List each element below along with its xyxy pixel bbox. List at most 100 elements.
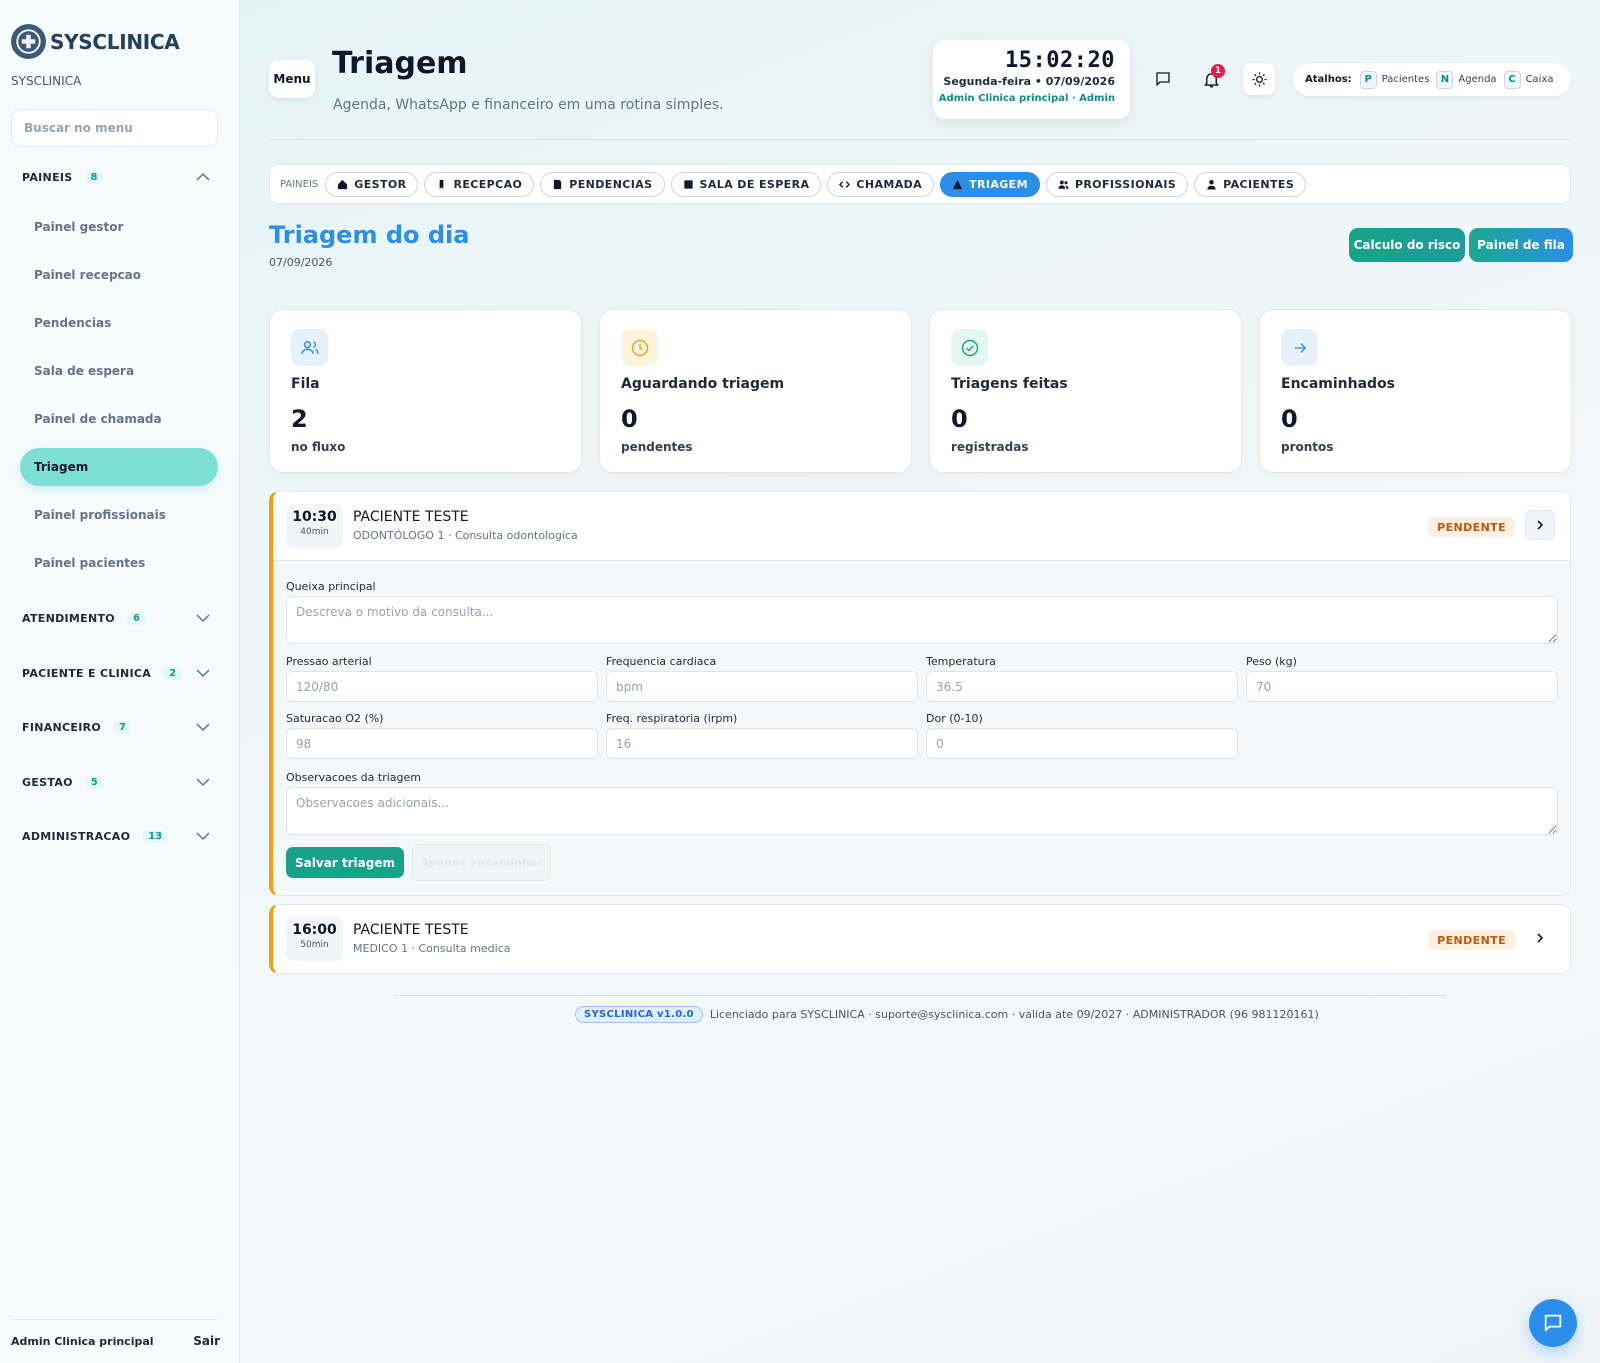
sidebar-item-painel-pacientes[interactable]: Painel pacientes bbox=[20, 544, 218, 582]
appointment-detail: ODONTÓLOGO 1 · Consulta odontologica bbox=[353, 529, 578, 542]
chevron-down-icon bbox=[196, 778, 210, 787]
group-label: ADMINISTRACAO bbox=[22, 829, 131, 843]
resp-rate-input[interactable] bbox=[606, 728, 918, 759]
weight-input[interactable] bbox=[1246, 671, 1558, 702]
appointment-header[interactable]: 16:00 50min PACIENTE TESTE MEDICO 1 · Co… bbox=[273, 905, 1570, 973]
temperature-input[interactable] bbox=[926, 671, 1238, 702]
clock-user: Admin Clinica principal · Admin bbox=[938, 93, 1115, 104]
square-icon bbox=[683, 179, 694, 190]
pain-input[interactable] bbox=[926, 728, 1238, 759]
brand-name: SYSCLINICA bbox=[50, 29, 180, 54]
stat-card-encaminhados: Encaminhados 0 prontos bbox=[1259, 309, 1572, 473]
pain-label: Dor (0-10) bbox=[926, 712, 983, 725]
appointment-header[interactable]: 10:30 40min PACIENTE TESTE ODONTÓLOGO 1 … bbox=[273, 492, 1570, 560]
sidebar-group-paciente-e-clinica[interactable]: PACIENTE E CLINICA 2 bbox=[22, 661, 217, 685]
footer-divider bbox=[394, 995, 1446, 996]
sidebar-group-atendimento[interactable]: ATENDIMENTO 6 bbox=[22, 606, 217, 630]
sidebar-item-sala-de-espera[interactable]: Sala de espera bbox=[20, 352, 218, 390]
sidebar-item-pendencias[interactable]: Pendencias bbox=[20, 304, 218, 342]
stat-caption: pendentes bbox=[621, 440, 693, 454]
risk-calc-button[interactable]: Calculo do risco bbox=[1349, 228, 1465, 262]
code-arrows-icon bbox=[839, 179, 851, 190]
weight-label: Peso (kg) bbox=[1246, 655, 1297, 668]
sidebar: SYSCLINICA SYSCLINICA PAINEIS 8 Painel g… bbox=[0, 0, 240, 1363]
stat-title: Triagens feitas bbox=[951, 376, 1068, 392]
expand-button[interactable] bbox=[1525, 510, 1555, 540]
appointment-duration: 40min bbox=[300, 527, 329, 537]
shortcut-agenda[interactable]: Agenda bbox=[1458, 74, 1496, 85]
tab-pendencias[interactable]: PENDENCIAS bbox=[540, 171, 665, 197]
tabs-label: PAINEIS bbox=[280, 178, 319, 190]
group-count-badge: 2 bbox=[163, 666, 183, 680]
stat-title: Aguardando triagem bbox=[621, 376, 785, 392]
panel-tabs: PAINEIS GESTOR RECEPCAO PENDENCIAS SALA … bbox=[269, 164, 1571, 204]
clock-card: 15:02:20 Segunda-feira • 07/09/2026 Admi… bbox=[933, 40, 1130, 119]
tab-label: SALA DE ESPERA bbox=[699, 177, 810, 191]
brand[interactable]: SYSCLINICA bbox=[11, 24, 180, 59]
appointment-time-box: 10:30 40min bbox=[286, 504, 343, 548]
current-user: Admin Clinica principal bbox=[11, 1334, 154, 1348]
stat-card-fila: Fila 2 no fluxo bbox=[269, 309, 582, 473]
tab-label: RECEPCAO bbox=[453, 177, 523, 191]
tab-profissionais[interactable]: PROFISSIONAIS bbox=[1045, 171, 1189, 197]
chevron-right-icon bbox=[1537, 933, 1544, 943]
shortcut-pacientes[interactable]: Pacientes bbox=[1382, 74, 1430, 85]
shortcut-key: C bbox=[1503, 70, 1521, 89]
patient-name: PACIENTE TESTE bbox=[353, 922, 469, 938]
sidebar-item-painel-recepcao[interactable]: Painel recepcao bbox=[20, 256, 218, 294]
version-badge: SYSCLINICA v1.0.0 bbox=[575, 1006, 703, 1023]
notes-textarea[interactable] bbox=[286, 787, 1558, 835]
sidebar-group-gestao[interactable]: GESTAO 5 bbox=[22, 770, 217, 794]
stat-caption: registradas bbox=[951, 440, 1029, 454]
section-date: 07/09/2026 bbox=[269, 256, 333, 269]
group-count-badge: 7 bbox=[113, 720, 133, 734]
expand-button[interactable] bbox=[1525, 923, 1555, 953]
queue-panel-button[interactable]: Painel de fila bbox=[1469, 228, 1573, 262]
sidebar-item-triagem[interactable]: Triagem bbox=[20, 448, 218, 486]
appointment-detail: MEDICO 1 · Consulta medica bbox=[353, 942, 511, 955]
menu-button[interactable]: Menu bbox=[269, 60, 315, 98]
blood-pressure-input[interactable] bbox=[286, 671, 598, 702]
clinic-logo-icon bbox=[11, 24, 46, 59]
tab-sala-de-espera[interactable]: SALA DE ESPERA bbox=[670, 171, 822, 197]
shortcut-caixa[interactable]: Caixa bbox=[1526, 74, 1554, 85]
bp-label: Pressao arterial bbox=[286, 655, 372, 668]
sidebar-group-financeiro[interactable]: FINANCEIRO 7 bbox=[22, 715, 217, 739]
save-triage-button[interactable]: Salvar triagem bbox=[286, 847, 404, 878]
triangle-icon bbox=[952, 179, 963, 190]
sidebar-group-paineis[interactable]: PAINEIS 8 bbox=[22, 165, 217, 189]
tab-recepcao[interactable]: RECEPCAO bbox=[424, 171, 535, 197]
sidebar-item-painel-gestor[interactable]: Painel gestor bbox=[20, 208, 218, 246]
chat-fab-button[interactable] bbox=[1529, 1299, 1577, 1347]
menu-search-input[interactable] bbox=[11, 109, 218, 147]
theme-toggle-button[interactable] bbox=[1243, 63, 1275, 95]
temperature-label: Temperatura bbox=[926, 655, 996, 668]
hr-label: Frequencia cardiaca bbox=[606, 655, 717, 668]
spo2-input[interactable] bbox=[286, 728, 598, 759]
logout-button[interactable]: Sair bbox=[193, 1334, 220, 1348]
heart-rate-input[interactable] bbox=[606, 671, 918, 702]
complaint-textarea[interactable] bbox=[286, 596, 1558, 644]
status-badge: PENDENTE bbox=[1428, 517, 1515, 537]
forward-only-button[interactable]: Apenas encaminhar bbox=[412, 844, 551, 881]
tab-pacientes[interactable]: PACIENTES bbox=[1194, 171, 1307, 197]
group-label: ATENDIMENTO bbox=[22, 611, 115, 625]
stat-caption: no fluxo bbox=[291, 440, 346, 454]
appointment-card: 10:30 40min PACIENTE TESTE ODONTÓLOGO 1 … bbox=[269, 491, 1571, 896]
notifications-button[interactable]: 1 bbox=[1195, 63, 1227, 95]
tab-triagem[interactable]: TRIAGEM bbox=[940, 171, 1040, 197]
stat-value: 2 bbox=[291, 405, 308, 433]
shortcut-key: N bbox=[1436, 70, 1454, 89]
sidebar-item-painel-profissionais[interactable]: Painel profissionais bbox=[20, 496, 218, 534]
sidebar-item-painel-de-chamada[interactable]: Painel de chamada bbox=[20, 400, 218, 438]
page-subtitle: Agenda, WhatsApp e financeiro em uma rot… bbox=[333, 97, 724, 113]
messages-button[interactable] bbox=[1147, 63, 1179, 95]
status-badge: PENDENTE bbox=[1428, 930, 1515, 950]
chevron-down-icon bbox=[196, 723, 210, 732]
tab-chamada[interactable]: CHAMADA bbox=[827, 171, 935, 197]
home-icon bbox=[337, 179, 348, 190]
sidebar-group-administracao[interactable]: ADMINISTRACAO 13 bbox=[22, 824, 217, 848]
tab-gestor[interactable]: GESTOR bbox=[325, 171, 419, 197]
stat-title: Encaminhados bbox=[1281, 376, 1396, 392]
chevron-down-icon bbox=[196, 614, 210, 623]
